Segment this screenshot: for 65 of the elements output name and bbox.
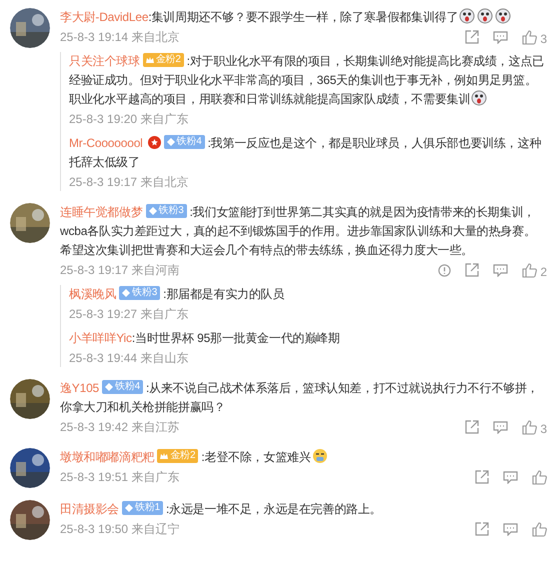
diamond-icon [148, 207, 157, 215]
diamond-icon [166, 138, 175, 146]
comment-time: 25-8-3 19:50 来自辽宁 [60, 521, 180, 538]
diamond-icon [125, 504, 134, 512]
crown-icon [146, 56, 154, 64]
comment-text: 逸Y105 铁粉4 :从来不说自己战术体系落后，篮球认知差，打不过就说执行力不行不够拼，你拿大刀和机关枪拼能拼赢吗？ [60, 379, 540, 416]
diamond-icon [122, 289, 130, 297]
fan-badge: 铁粉1 [122, 501, 163, 515]
share-icon[interactable] [465, 420, 480, 434]
emoji-icon [495, 8, 512, 24]
fan-badge: 铁粉3 [119, 286, 160, 300]
comment-time: 25-8-3 19:27 来自广东 [69, 306, 188, 323]
like-icon[interactable] [522, 262, 538, 278]
share-icon[interactable] [465, 263, 480, 277]
user-name[interactable]: 李大尉-DavidLee [60, 10, 148, 24]
comment-time: 25-8-3 19:14 来自北京 [60, 29, 180, 46]
share-icon[interactable] [475, 470, 489, 484]
comment-icon[interactable] [503, 470, 518, 484]
fan-badge: 金粉2 [157, 449, 198, 463]
comment-time: 25-8-3 19:51 来自广东 [60, 469, 180, 486]
user-name[interactable]: Mr-Coooooool [69, 136, 143, 150]
like-count: 3 [540, 422, 547, 434]
comment-text: 墩墩和嘟嘟滴粑粑 金粉2 :老登不除，女篮难兴 [60, 448, 547, 467]
share-icon[interactable] [465, 30, 480, 44]
comment-text: 李大尉-DavidLee:集训周期还不够？要不跟学生一样，除了寒暑假都集训得了 [60, 8, 547, 27]
emoji-icon [471, 90, 488, 106]
like-icon[interactable] [522, 420, 538, 434]
emoji-icon [312, 448, 328, 464]
comment-time: 25-8-3 19:44 来自山东 [69, 350, 188, 367]
fan-badge: 铁粉3 [146, 204, 187, 218]
like-icon[interactable] [522, 30, 538, 44]
comment-icon[interactable] [493, 30, 508, 44]
comment-icon[interactable] [493, 264, 508, 276]
emoji-icon [477, 8, 494, 24]
user-name[interactable]: 只关注个球球 [69, 54, 140, 68]
user-name[interactable]: 田清摄影会 [60, 502, 120, 516]
comment-time: 25-8-3 19:20 来自广东 [69, 111, 188, 128]
user-name[interactable]: 小羊咩咩Yic [69, 331, 132, 345]
comment-text: 田清摄影会 铁粉1 :永远是一堆不足，永远是在完善的路上。 [60, 500, 383, 518]
comment-icon[interactable] [503, 522, 518, 536]
like-icon[interactable] [532, 522, 547, 536]
comment-time: 25-8-3 19:42 来自江苏 [60, 419, 180, 436]
comment-text: Mr-Coooooool 铁粉4 :我第一反应也是这个，都是职业球员，人俱乐部也要训练，这种托辞太低级了 [69, 134, 542, 171]
user-name[interactable]: 逸Y105 [60, 381, 100, 395]
comment-time: 25-8-3 19:17 来自北京 [69, 174, 188, 191]
fan-badge: 铁粉4 [102, 380, 143, 394]
report-icon[interactable] [438, 264, 452, 276]
emoji-icon [459, 8, 476, 24]
share-icon[interactable] [475, 522, 489, 536]
comment-icon[interactable] [493, 420, 508, 434]
comment-text: 枫溪晚风 铁粉3 :那届都是有实力的队员 [69, 285, 286, 303]
comment-text: 连睡午觉都做梦 铁粉3 :我们女篮能打到世界第二其实真的就是因为疫情带来的长期集训，wcba各队实力差距过大，真的起不到锻炼国手的作用。进步靠国家队训练和大量的热身赛。希望这次集训把世青赛和大运会几个有特点的带去练练，换血还得力度大一些。 [60, 203, 537, 259]
fan-badge: 铁粉4 [164, 135, 205, 149]
comment-time: 25-8-3 19:17 来自河南 [60, 262, 180, 279]
fan-badge: 金粉2 [142, 53, 184, 67]
like-count: 2 [540, 266, 547, 278]
user-name[interactable]: 墩墩和嘟嘟滴粑粑 [60, 450, 154, 464]
user-name[interactable]: 连睡午觉都做梦 [60, 205, 143, 219]
crown-icon [160, 452, 168, 460]
comment-text: 小羊咩咩Yic:当时世界杯 95那一批黄金一代的巅峰期 [69, 330, 341, 347]
comment-text: 只关注个球球 金粉2 :对于职业化水平有限的项目，长期集训绝对能提高比赛成绩，这点已经验证成功。但对于职业化水平非常高的项目，365天的集训也于事无补，例如男足男篮。职业化水平越高的项目，用联赛和日常训练就能提高国家队成绩，不需要集训 [69, 52, 545, 108]
like-count: 3 [540, 32, 547, 44]
like-icon[interactable] [532, 470, 547, 484]
diamond-icon [105, 383, 114, 391]
user-name[interactable]: 枫溪晚风 [69, 287, 116, 301]
